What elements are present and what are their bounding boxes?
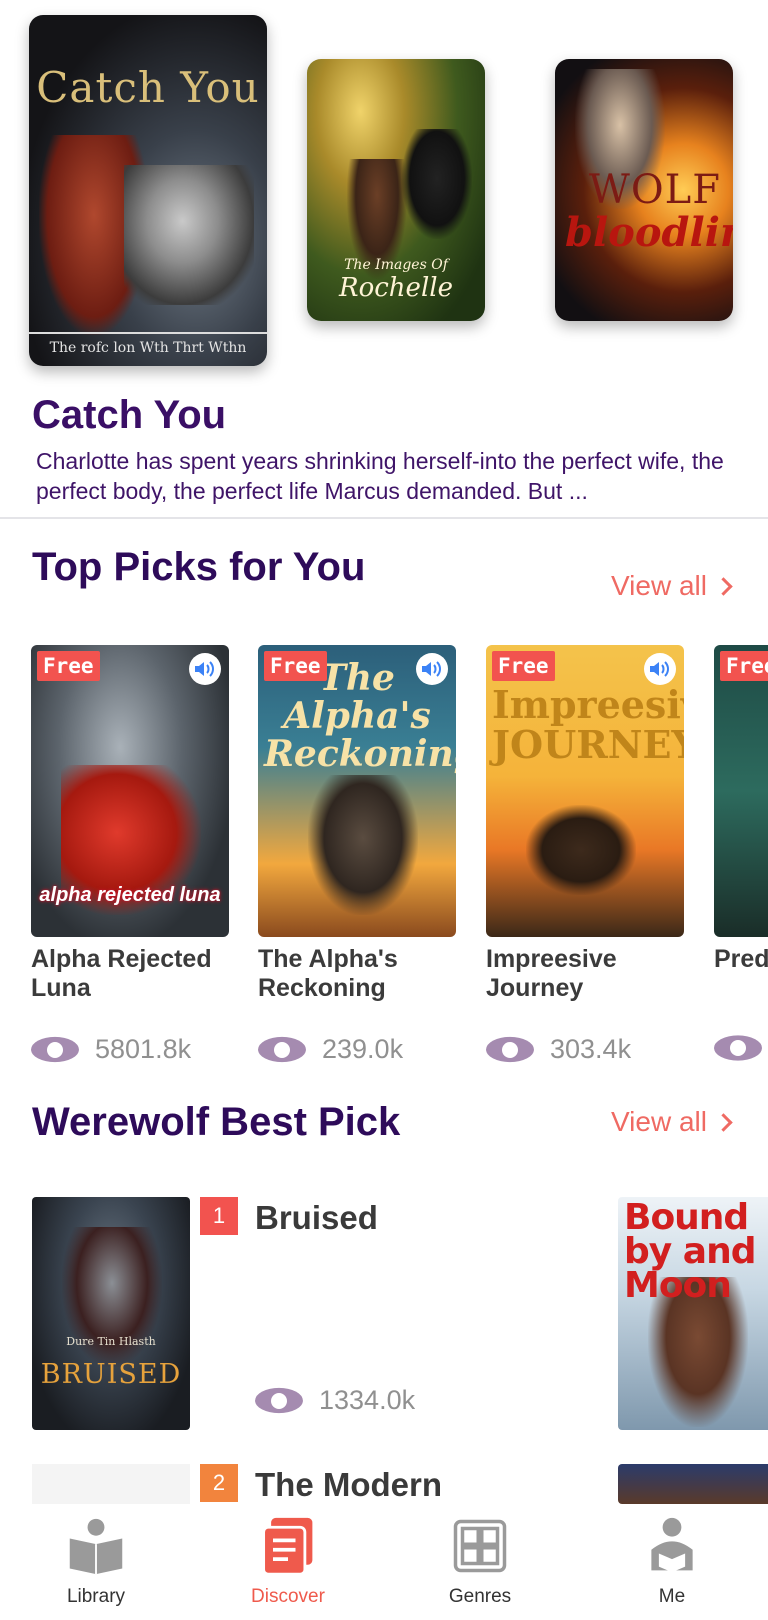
free-badge: Free (264, 651, 327, 681)
cover-subtitle: Dure Tin Hlasth (66, 1335, 156, 1348)
featured-cover-catch-you[interactable]: Catch You The rofc lon Wth Thrt Wthn (29, 15, 267, 366)
free-badge: Free (37, 651, 100, 681)
book-cover: Free (714, 645, 768, 937)
free-badge: Free (720, 651, 768, 681)
view-count-value: 1334.0k (319, 1385, 416, 1415)
rank-badge: 2 (200, 1464, 238, 1502)
book-cover: Dure Tin Hlasth BRUISED (32, 1197, 190, 1430)
eye-icon (258, 1036, 306, 1064)
rank-badge: 1 (200, 1197, 238, 1235)
audio-icon (416, 653, 448, 685)
audio-icon (644, 653, 676, 685)
chevron-right-icon (714, 1112, 733, 1132)
ranked-book-the-modern[interactable]: 2 The Modern (32, 1464, 532, 1504)
bottom-nav: Library Discover Genres Me (0, 1504, 768, 1620)
view-count: 239.0k (258, 1034, 456, 1065)
werewolf-heading: Werewolf Best Pick (32, 1100, 401, 1144)
cover-title-line2: bloodline (565, 209, 733, 256)
book-cover-next[interactable] (618, 1464, 768, 1504)
nav-label: Library (66, 1586, 126, 1607)
eye-icon (486, 1036, 534, 1064)
cover-art (526, 805, 636, 895)
book-title: Pred (714, 945, 768, 973)
nav-genres[interactable]: Genres (384, 1504, 576, 1620)
cover-title: Bound by and Moon (624, 1197, 756, 1306)
cover-tagline: The rofc lon Wth Thrt Wthn (29, 332, 267, 356)
view-count: 5801.8k (31, 1034, 229, 1065)
cover-title-line1: WOLF (588, 167, 721, 213)
view-all-label: View all (611, 1106, 707, 1137)
top-picks-heading: Top Picks for You (32, 545, 366, 589)
cover-subtitle: The Images Of (344, 257, 448, 273)
cover-title: Impreesive JOURNEY (492, 682, 684, 767)
nav-me[interactable]: Me (576, 1504, 768, 1620)
view-count (714, 1034, 768, 1062)
view-all-label: View all (611, 570, 707, 601)
book-card-impreesive-journey[interactable]: Impreesive JOURNEY Free Impreesive Journ… (486, 645, 684, 1065)
featured-cover-rochelle[interactable]: The Images Of Rochelle (307, 59, 485, 321)
section-divider (0, 517, 768, 519)
book-title: The Alpha's Reckoning (258, 945, 398, 1002)
cover-art (124, 165, 254, 305)
book-cover-bound-by-moon[interactable]: Bound by and Moon (618, 1197, 768, 1430)
cover-title: alpha rejected luna (39, 884, 221, 906)
book-cover: Impreesive JOURNEY Free (486, 645, 684, 937)
book-title: Bruised (255, 1199, 378, 1236)
book-title: Alpha Rejected Luna (31, 945, 212, 1002)
chevron-right-icon (714, 576, 733, 596)
cover-art (308, 775, 418, 915)
featured-cover-wolf-bloodline[interactable]: WOLF bloodline (555, 59, 733, 321)
book-icon (64, 1514, 128, 1578)
view-count-value: 239.0k (322, 1034, 404, 1064)
book-cover: alpha rejected luna Free (31, 645, 229, 937)
book-title: The Modern (255, 1466, 442, 1503)
eye-icon (714, 1034, 762, 1062)
cover-title: The Images Of Rochelle (307, 257, 485, 303)
cover-art (402, 129, 472, 239)
view-count-value: 5801.8k (95, 1034, 192, 1064)
reader-icon (640, 1514, 704, 1578)
view-count: 1334.0k (255, 1385, 415, 1416)
book-cover: The Alpha's Reckoning Free (258, 645, 456, 937)
view-count-value: 303.4k (550, 1034, 632, 1064)
nav-label: Discover (251, 1586, 325, 1607)
top-picks-view-all-link[interactable]: View all (611, 570, 733, 602)
cover-title: BRUISED (40, 1359, 182, 1390)
book-card-pred[interactable]: Free Pred (714, 645, 768, 1062)
book-card-alpha-rejected-luna[interactable]: alpha rejected luna Free Alpha Rejected … (31, 645, 229, 1065)
featured-carousel: Catch You The rofc lon Wth Thrt Wthn The… (0, 0, 768, 370)
featured-book-description[interactable]: Charlotte has spent years shrinking hers… (36, 446, 736, 506)
view-count: 303.4k (486, 1034, 684, 1065)
audio-icon (189, 653, 221, 685)
featured-book-title[interactable]: Catch You (32, 393, 226, 438)
free-badge: Free (492, 651, 555, 681)
eye-icon (31, 1036, 79, 1064)
grid-icon (448, 1514, 512, 1578)
cover-title: Catch You (36, 63, 260, 112)
nav-discover[interactable]: Discover (192, 1504, 384, 1620)
discover-icon (256, 1514, 320, 1578)
ranked-book-bruised[interactable]: Dure Tin Hlasth BRUISED 1 Bruised 1334.0… (32, 1197, 532, 1430)
cover-title-main: Rochelle (339, 273, 453, 303)
book-title: Impreesive Journey (486, 945, 617, 1002)
nav-label: Genres (448, 1586, 512, 1607)
eye-icon (255, 1387, 303, 1415)
werewolf-view-all-link[interactable]: View all (611, 1106, 733, 1138)
book-card-alphas-reckoning[interactable]: The Alpha's Reckoning Free The Alpha's R… (258, 645, 456, 1065)
nav-library[interactable]: Library (0, 1504, 192, 1620)
nav-label: Me (658, 1586, 686, 1607)
